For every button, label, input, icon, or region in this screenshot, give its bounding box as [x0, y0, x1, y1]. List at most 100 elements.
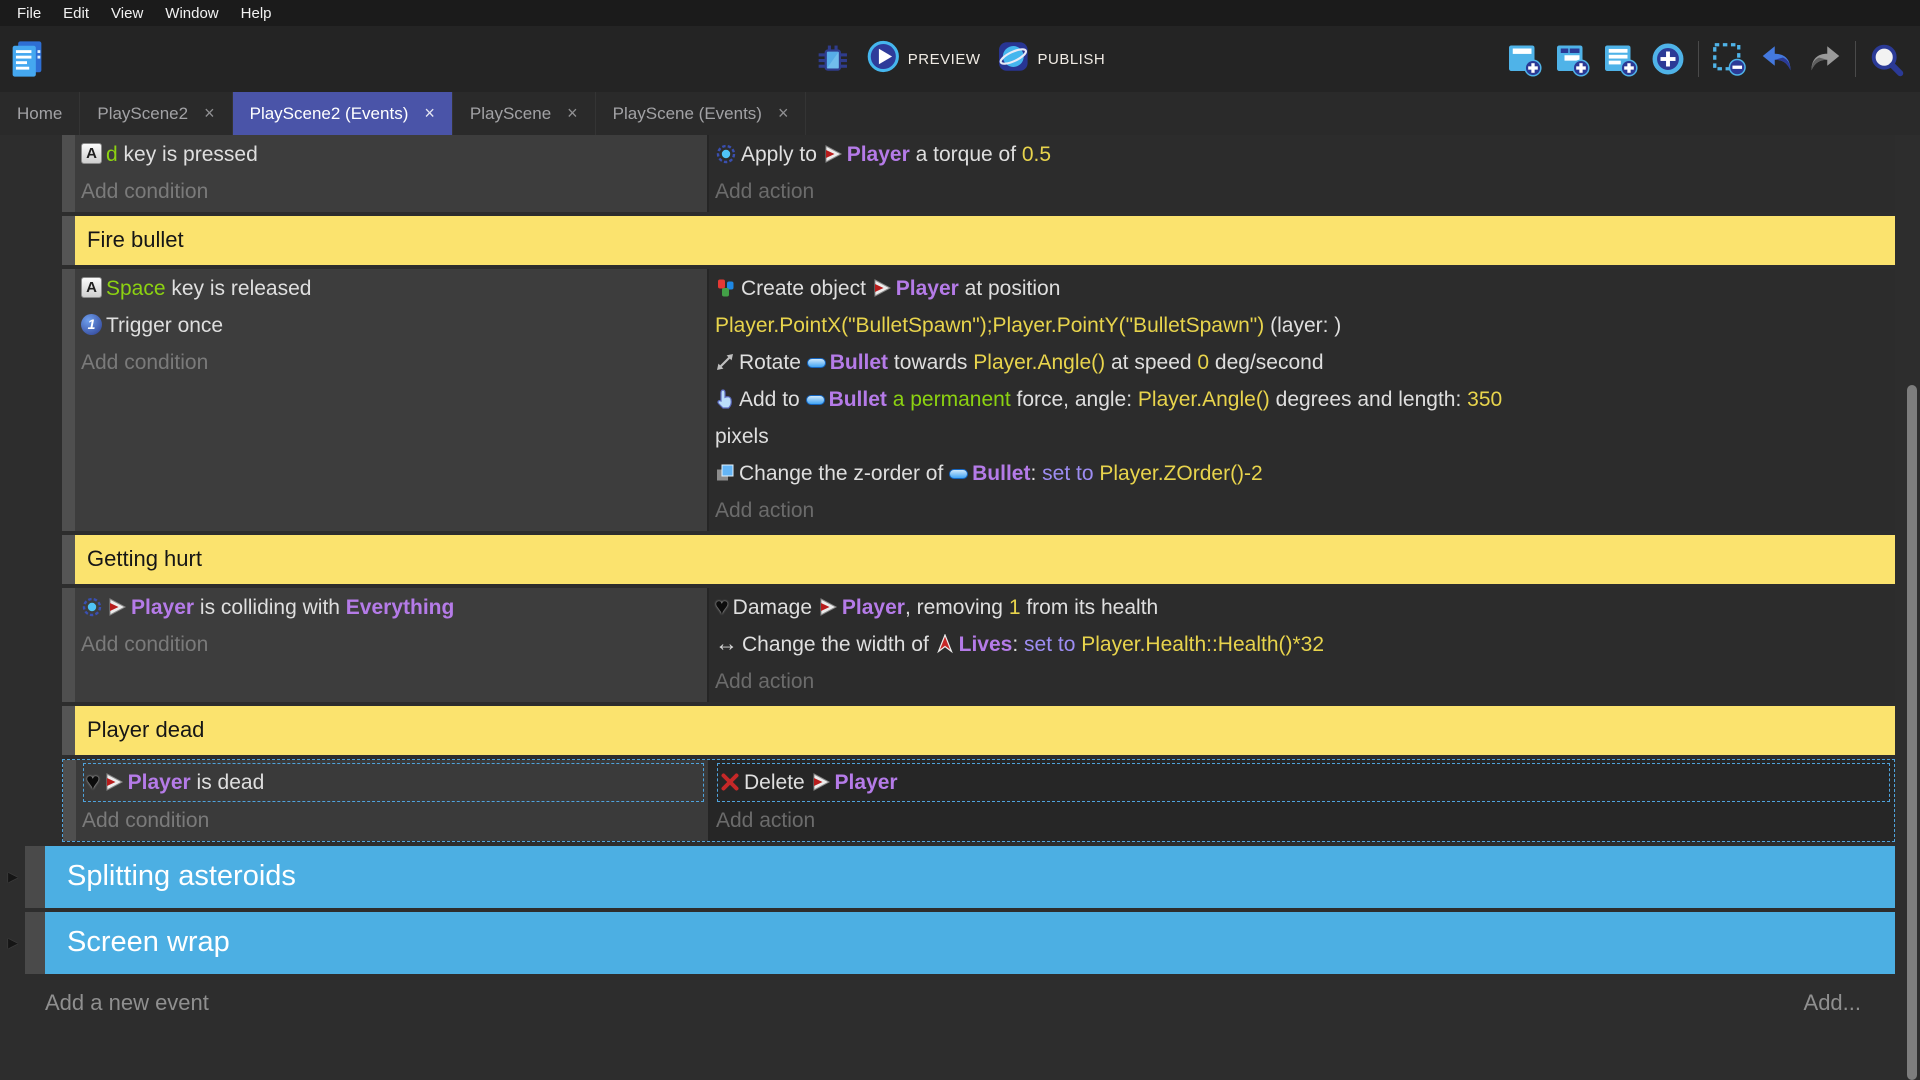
- text-segment: Player: [131, 596, 194, 619]
- group-title[interactable]: Screen wrap: [45, 912, 1895, 974]
- comment-text[interactable]: Player dead: [75, 706, 1895, 755]
- tab-close-icon[interactable]: ×: [204, 103, 215, 124]
- add-event-icon[interactable]: [1506, 41, 1542, 77]
- ship-icon: [818, 597, 838, 617]
- ship-icon: [107, 597, 127, 617]
- action[interactable]: Add to Bullet a permanent force, angle: …: [715, 381, 1895, 455]
- add-action-button[interactable]: Add action: [716, 802, 1894, 839]
- tab-label: Home: [17, 104, 62, 124]
- add-condition-button[interactable]: Add condition: [81, 173, 707, 210]
- comment-text[interactable]: Fire bullet: [75, 216, 1895, 265]
- undo-icon[interactable]: [1759, 41, 1795, 77]
- text-segment: Change the width of: [742, 633, 935, 656]
- drag-handle[interactable]: [62, 216, 75, 265]
- drag-handle[interactable]: [25, 912, 45, 974]
- selected-action-box: Delete Player: [717, 763, 1890, 802]
- text-segment: 1: [1009, 596, 1021, 619]
- keyboard-key-icon: A: [81, 277, 102, 298]
- add-condition-button[interactable]: Add condition: [82, 802, 708, 839]
- tab-close-icon[interactable]: ×: [778, 103, 789, 124]
- add-action-button[interactable]: Add action: [715, 173, 1895, 210]
- action[interactable]: Create object Player at position Player.…: [715, 270, 1895, 344]
- text-segment: Add to: [739, 388, 806, 411]
- add-action-button[interactable]: Add action: [715, 492, 1895, 529]
- condition[interactable]: ASpace key is released: [81, 270, 707, 307]
- search-icon[interactable]: [1868, 41, 1904, 77]
- event-row: Ad key is pressedAdd conditionApply to P…: [62, 135, 1895, 212]
- action[interactable]: Rotate Bullet towards Player.Angle() at …: [715, 344, 1895, 381]
- add-condition-button[interactable]: Add condition: [81, 626, 707, 663]
- text-segment: 0.5: [1022, 143, 1051, 166]
- action[interactable]: ↔Change the width of Lives: set to Playe…: [715, 626, 1895, 663]
- add-circle-icon[interactable]: [1650, 41, 1686, 77]
- text-segment: Lives: [959, 633, 1013, 656]
- lives-icon: [935, 634, 955, 654]
- toolbar-separator: [1698, 41, 1699, 77]
- action[interactable]: Delete Player: [720, 764, 1889, 801]
- tab-close-icon[interactable]: ×: [567, 103, 578, 124]
- add-new-event-button[interactable]: Add a new event: [45, 990, 209, 1016]
- condition[interactable]: Ad key is pressed: [81, 136, 707, 173]
- comment-text[interactable]: Getting hurt: [75, 535, 1895, 584]
- actions-column: Apply to Player a torque of 0.5Add actio…: [707, 135, 1895, 212]
- condition[interactable]: Player is colliding with Everything: [81, 589, 707, 626]
- expand-triangle-icon[interactable]: ▶: [8, 935, 18, 951]
- health-heart-icon: ♥: [86, 771, 100, 792]
- expand-triangle-icon[interactable]: ▶: [8, 869, 18, 885]
- tab-playscene-events-[interactable]: PlayScene (Events)×: [596, 92, 807, 135]
- redo-icon[interactable]: [1807, 41, 1843, 77]
- action[interactable]: Apply to Player a torque of 0.5: [715, 136, 1895, 173]
- text-segment: deg/second: [1209, 351, 1323, 374]
- preview-play-icon: [867, 40, 900, 78]
- debug-icon[interactable]: [815, 41, 851, 77]
- drag-handle[interactable]: [62, 135, 75, 212]
- comment-row: Fire bullet: [62, 216, 1895, 265]
- tab-close-icon[interactable]: ×: [424, 103, 435, 124]
- drag-handle[interactable]: [63, 760, 76, 841]
- menu-view[interactable]: View: [100, 2, 154, 25]
- drag-handle[interactable]: [25, 846, 45, 908]
- text-segment: Apply to: [741, 143, 823, 166]
- menu-edit[interactable]: Edit: [52, 2, 100, 25]
- drag-handle[interactable]: [62, 706, 75, 755]
- publish-button[interactable]: PUBLISH: [996, 40, 1105, 78]
- z-order-icon: [715, 463, 735, 483]
- selected-condition-box: ♥Player is dead: [83, 763, 704, 802]
- delete-selection-icon[interactable]: [1711, 41, 1747, 77]
- action[interactable]: Change the z-order of Bullet: set to Pla…: [715, 455, 1895, 492]
- tab-playscene2[interactable]: PlayScene2×: [80, 92, 232, 135]
- drag-handle[interactable]: [62, 269, 75, 531]
- tab-label: PlayScene2 (Events): [250, 104, 409, 124]
- add-condition-button[interactable]: Add condition: [81, 344, 707, 381]
- add-subevent-icon[interactable]: [1554, 41, 1590, 77]
- text-segment: Create object: [741, 277, 872, 300]
- vertical-scrollbar[interactable]: [1907, 385, 1917, 1080]
- group-row: ▶ Splitting asteroids: [0, 846, 1895, 908]
- ship-icon: [823, 144, 843, 164]
- physics-icon: [715, 143, 737, 165]
- menu-window[interactable]: Window: [154, 2, 229, 25]
- gdevelop-logo-icon: [8, 38, 46, 80]
- action[interactable]: ♥Damage Player, removing 1 from its heal…: [715, 589, 1895, 626]
- text-segment: at position: [959, 277, 1066, 300]
- add-comment-icon[interactable]: [1602, 41, 1638, 77]
- tab-playscene2-events-[interactable]: PlayScene2 (Events) ×: [233, 92, 453, 135]
- menu-bar: FileEditViewWindowHelp: [0, 0, 1920, 26]
- toolbar-separator: [1855, 41, 1856, 77]
- condition[interactable]: ♥Player is dead: [86, 764, 703, 801]
- tab-playscene[interactable]: PlayScene×: [453, 92, 596, 135]
- menu-help[interactable]: Help: [230, 2, 283, 25]
- text-segment: :: [1030, 462, 1042, 485]
- group-title[interactable]: Splitting asteroids: [45, 846, 1895, 908]
- menu-file[interactable]: File: [6, 2, 52, 25]
- add-more-button[interactable]: Add...: [1804, 990, 1861, 1016]
- publish-globe-icon: [996, 40, 1029, 78]
- drag-handle[interactable]: [62, 535, 75, 584]
- text-segment: set to: [1024, 633, 1075, 656]
- text-segment: Everything: [346, 596, 455, 619]
- tab-home[interactable]: Home: [0, 92, 80, 135]
- condition[interactable]: 1Trigger once: [81, 307, 707, 344]
- preview-button[interactable]: PREVIEW: [867, 40, 981, 78]
- drag-handle[interactable]: [62, 588, 75, 702]
- add-action-button[interactable]: Add action: [715, 663, 1895, 700]
